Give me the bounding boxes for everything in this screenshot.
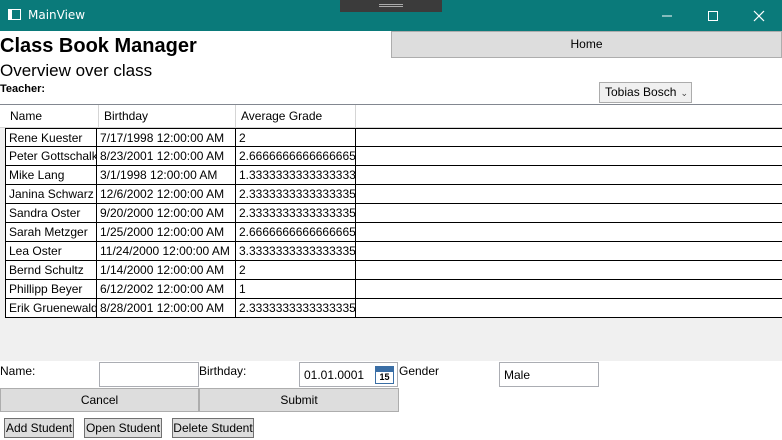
- delete-student-button[interactable]: Delete Student: [172, 418, 254, 438]
- cell-average-grade: 2.6666666666666665: [236, 147, 356, 165]
- cell-birthday: 8/28/2001 12:00:00 AM: [97, 299, 236, 317]
- column-header-name[interactable]: Name: [5, 105, 99, 128]
- close-button[interactable]: [736, 0, 782, 31]
- teacher-select-value: Tobias Bosch: [605, 85, 677, 99]
- cell-birthday: 1/25/2000 12:00:00 AM: [97, 223, 236, 241]
- birthday-datepicker[interactable]: 01.01.0001 15: [299, 362, 398, 387]
- cell-name: Sarah Metzger: [5, 223, 97, 241]
- submit-button[interactable]: Submit: [199, 388, 399, 412]
- cell-average-grade: 2.3333333333333335: [236, 204, 356, 222]
- cell-name: Bernd Schultz: [5, 261, 97, 279]
- column-header-birthday[interactable]: Birthday: [99, 105, 236, 128]
- cell-average-grade: 3.3333333333333335: [236, 242, 356, 260]
- teacher-select[interactable]: Tobias Bosch ⌄: [599, 82, 692, 103]
- birthday-label: Birthday:: [199, 364, 247, 378]
- table-row[interactable]: Sandra Oster 9/20/2000 12:00:00 AM 2.33333…: [5, 204, 782, 223]
- cell-name: Lea Oster: [5, 242, 97, 260]
- cell-average-grade: 2.6666666666666665: [236, 223, 356, 241]
- gender-value: Male: [504, 368, 531, 382]
- students-table[interactable]: Name Birthday Average Grade Rene Kuester…: [0, 104, 782, 361]
- cell-birthday: 11/24/2000 12:00:00 AM: [97, 242, 236, 260]
- cell-name: Mike Lang: [5, 166, 97, 184]
- page-subtitle: Overview over class: [0, 61, 153, 80]
- cell-birthday: 8/23/2001 12:00:00 AM: [97, 147, 236, 165]
- cell-birthday: 9/20/2000 12:00:00 AM: [97, 204, 236, 222]
- table-row[interactable]: Lea Oster 11/24/2000 12:00:00 AM 3.3333333…: [5, 242, 782, 261]
- table-row[interactable]: Rene Kuester 7/17/1998 12:00:00 AM 2: [5, 128, 782, 147]
- close-icon: [753, 10, 765, 22]
- cell-name: Peter Gottschalk: [5, 147, 97, 165]
- gender-field[interactable]: Male: [499, 362, 599, 387]
- window-icon: [8, 9, 21, 20]
- calendar-day: 15: [379, 372, 390, 382]
- cell-average-grade: 2.3333333333333335: [236, 299, 356, 317]
- table-row[interactable]: Phillipp Beyer 6/12/2002 12:00:00 AM 1: [5, 280, 782, 299]
- column-header-average-grade[interactable]: Average Grade: [236, 105, 356, 128]
- birthday-value: 01.01.0001: [304, 368, 365, 382]
- cell-average-grade: 2.3333333333333335: [236, 185, 356, 203]
- teacher-label: Teacher:: [0, 83, 46, 95]
- table-row[interactable]: Mike Lang 3/1/1998 12:00:00 AM 1.333333333…: [5, 166, 782, 185]
- cell-average-grade: 1.3333333333333333: [236, 166, 356, 184]
- cell-name: Sandra Oster: [5, 204, 97, 222]
- cell-name: Phillipp Beyer: [5, 280, 97, 298]
- cancel-button[interactable]: Cancel: [0, 388, 199, 412]
- name-input[interactable]: [99, 362, 199, 387]
- cell-birthday: 1/14/2000 12:00:00 AM: [97, 261, 236, 279]
- maximize-button[interactable]: [690, 0, 736, 31]
- title-bar[interactable]: MainView: [0, 0, 782, 31]
- minimize-button[interactable]: [644, 0, 690, 31]
- maximize-icon: [708, 11, 718, 21]
- cell-average-grade: 2: [236, 261, 356, 279]
- add-student-button[interactable]: Add Student: [4, 418, 74, 438]
- cell-birthday: 12/6/2002 12:00:00 AM: [97, 185, 236, 203]
- calendar-icon[interactable]: 15: [375, 366, 394, 384]
- chevron-down-icon: ⌄: [680, 88, 688, 98]
- window-title: MainView: [28, 8, 86, 22]
- table-header: Name Birthday Average Grade: [0, 105, 782, 128]
- table-body: Rene Kuester 7/17/1998 12:00:00 AM 2 Peter…: [5, 128, 782, 318]
- cell-name: Janina Schwarz: [5, 185, 97, 203]
- cell-birthday: 6/12/2002 12:00:00 AM: [97, 280, 236, 298]
- table-row[interactable]: Peter Gottschalk 8/23/2001 12:00:00 AM 2.6…: [5, 147, 782, 166]
- drag-handle[interactable]: [340, 0, 442, 12]
- table-row[interactable]: Janina Schwarz 12/6/2002 12:00:00 AM 2.333…: [5, 185, 782, 204]
- cell-birthday: 7/17/1998 12:00:00 AM: [97, 129, 236, 147]
- cell-average-grade: 2: [236, 129, 356, 147]
- table-row[interactable]: Erik Gruenewald 8/28/2001 12:00:00 AM 2.33…: [5, 299, 782, 318]
- home-button[interactable]: Home: [391, 31, 782, 58]
- open-student-button[interactable]: Open Student: [84, 418, 162, 438]
- cell-average-grade: 1: [236, 280, 356, 298]
- page-title: Class Book Manager: [0, 35, 197, 57]
- table-row[interactable]: Sarah Metzger 1/25/2000 12:00:00 AM 2.6666…: [5, 223, 782, 242]
- name-label: Name:: [0, 364, 36, 378]
- cell-name: Rene Kuester: [5, 129, 97, 147]
- minimize-icon: [662, 15, 672, 17]
- cell-name: Erik Gruenewald: [5, 299, 97, 317]
- table-row[interactable]: Bernd Schultz 1/14/2000 12:00:00 AM 2: [5, 261, 782, 280]
- gender-label: Gender: [399, 364, 440, 378]
- cell-birthday: 3/1/1998 12:00:00 AM: [97, 166, 236, 184]
